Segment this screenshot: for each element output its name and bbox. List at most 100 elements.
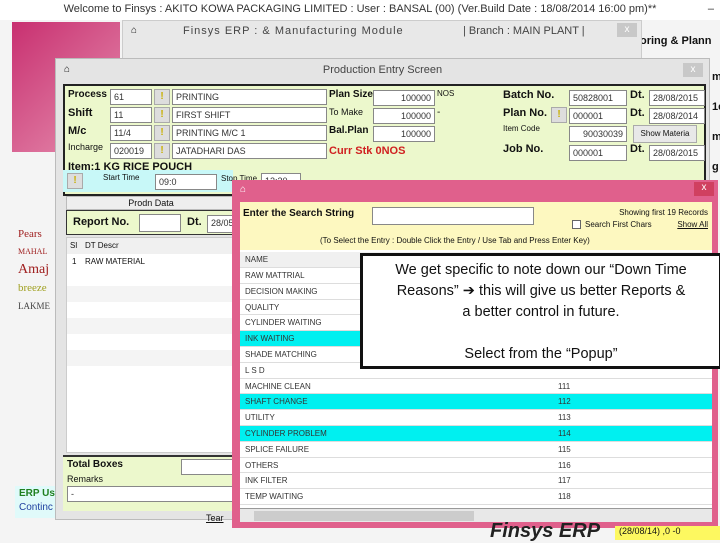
downtime-grid: Sl DT Descr 1 RAW MATERIAL — [66, 237, 236, 453]
search-header: Enter the Search String Showing first 19… — [240, 202, 712, 250]
list-item[interactable]: UTILITY 113 — [240, 410, 712, 426]
grid-header: Sl DT Descr — [67, 238, 235, 254]
horizontal-scrollbar[interactable] — [240, 508, 712, 522]
reason-name: QUALITY — [245, 302, 280, 312]
annotation-text: a better control in future. — [462, 304, 620, 320]
item-code-label: Item Code — [503, 124, 540, 133]
totals-panel: Total Boxes Remarks - — [63, 455, 238, 511]
to-make-label: To Make — [329, 107, 364, 117]
lookup-button[interactable]: ! — [67, 173, 83, 189]
brand-logo: LAKME — [18, 301, 50, 311]
total-boxes-input[interactable] — [181, 459, 236, 475]
reason-code: 118 — [558, 492, 571, 502]
erp-window-title: Finsys ERP : & Manufacturing Module — [183, 25, 404, 37]
strip-text: m — [712, 71, 720, 83]
start-time-input[interactable]: 09:0 — [155, 174, 217, 190]
records-count: Showing first 19 Records — [619, 208, 708, 217]
column-header: DT Descr — [85, 241, 119, 250]
reason-name: DECISION MAKING — [245, 286, 318, 296]
bal-plan-input[interactable]: 100000 — [373, 126, 435, 142]
list-item[interactable]: SHAFT CHANGE 112 — [240, 394, 712, 411]
column-header-name: NAME — [245, 255, 269, 264]
reason-code: 113 — [558, 413, 571, 423]
list-item[interactable]: MACHINE CLEAN 111 — [240, 379, 712, 395]
search-label: Enter the Search String — [243, 208, 355, 219]
search-first-label: Search First Chars — [585, 220, 652, 229]
remarks-input[interactable]: - — [67, 486, 237, 502]
mc-code-input[interactable]: 11/4 — [110, 125, 152, 141]
column-header: Sl — [70, 241, 78, 250]
search-first-chars-checkbox[interactable] — [572, 220, 581, 229]
show-all-link[interactable]: Show All — [677, 220, 708, 229]
annotation-text: Select from the “Popup” — [464, 346, 618, 362]
plan-date-input[interactable]: 28/08/2014 — [649, 108, 705, 124]
status-text: (28/08/14) ,0 -0 — [615, 526, 720, 540]
process-code-input[interactable]: 61 — [110, 89, 152, 105]
reason-name: SHAFT CHANGE — [245, 397, 308, 407]
list-item[interactable]: INK FILTER 117 — [240, 473, 712, 490]
list-item[interactable]: CYLINDER PROBLEM 114 — [240, 426, 712, 442]
search-input[interactable] — [372, 207, 534, 225]
reason-name: SHADE MATCHING — [245, 350, 317, 359]
job-no-label: Job No. — [503, 143, 544, 155]
reason-name: INK FILTER — [245, 476, 288, 486]
close-button[interactable]: x — [694, 182, 714, 196]
lookup-button[interactable]: ! — [154, 143, 170, 159]
app-title-bar: Welcome to Finsys : AKITO KOWA PACKAGING… — [0, 0, 720, 20]
batch-no-input[interactable]: 50828001 — [569, 90, 627, 106]
bal-plan-label: Bal.Plan — [329, 125, 369, 136]
brand-logo: Pears — [18, 228, 42, 240]
item-code-input[interactable]: 90030039 — [569, 126, 627, 142]
shift-code-input[interactable]: 11 — [110, 107, 152, 123]
batch-date-input[interactable]: 28/08/2015 — [649, 90, 705, 106]
list-item[interactable]: SPLICE FAILURE 115 — [240, 442, 712, 458]
plan-size-input[interactable]: 100000 — [373, 90, 435, 106]
reason-code: 114 — [558, 429, 571, 438]
reason-name: SPLICE FAILURE — [245, 444, 310, 454]
shift-name-input[interactable]: FIRST SHIFT — [172, 107, 327, 123]
job-no-input[interactable]: 000001 — [569, 145, 627, 161]
erp-module-window: ⌂ Finsys ERP : & Manufacturing Module | … — [122, 20, 642, 60]
lookup-button[interactable]: ! — [154, 89, 170, 105]
incharge-label: Incharge — [68, 142, 104, 152]
report-no-input[interactable] — [139, 214, 181, 232]
cell: 1 — [72, 257, 77, 266]
reason-name: TEMP WAITING — [245, 492, 304, 502]
app-title: Welcome to Finsys : AKITO KOWA PACKAGING… — [63, 3, 657, 15]
lookup-button[interactable]: ! — [551, 107, 567, 123]
reason-code: 115 — [558, 444, 571, 454]
reason-name: INK WAITING — [245, 334, 295, 344]
brand-logo: breeze — [18, 282, 47, 294]
cell: RAW MATERIAL — [85, 257, 146, 266]
lookup-button[interactable]: ! — [154, 107, 170, 123]
minimize-button[interactable]: – — [708, 0, 714, 18]
dt-label: Dt. — [630, 107, 645, 119]
current-stock: Curr Stk 0NOS — [329, 145, 406, 157]
job-date-input[interactable]: 28/08/2015 — [649, 145, 705, 161]
list-item[interactable]: OTHERS 116 — [240, 458, 712, 474]
mc-name-input[interactable]: PRINTING M/C 1 — [172, 125, 327, 141]
plan-size-label: Plan Size — [329, 89, 373, 100]
brand-logos: Pears MAHAL Amaj breeze LAKME — [18, 225, 58, 385]
total-boxes-label: Total Boxes — [67, 459, 123, 470]
strip-text: m — [712, 131, 720, 143]
lookup-button[interactable]: ! — [154, 125, 170, 141]
process-name-input[interactable]: PRINTING — [172, 89, 327, 105]
incharge-name-input[interactable]: JATADHARI DAS — [172, 143, 327, 159]
close-button[interactable]: x — [683, 63, 703, 77]
hint-text: (To Select the Entry : Double Click the … — [320, 236, 590, 245]
brand-logo: Amaj — [18, 262, 50, 277]
reason-code: 111 — [558, 381, 571, 391]
mc-label: M/c — [68, 125, 87, 137]
close-button[interactable]: x — [617, 23, 637, 37]
incharge-code-input[interactable]: 020019 — [110, 143, 152, 159]
plan-no-input[interactable]: 000001 — [569, 108, 627, 124]
plan-size-unit: NOS — [437, 89, 455, 98]
tear-label: Tear — [206, 513, 224, 523]
to-make-input[interactable]: 100000 — [373, 108, 435, 124]
tab-prodn-data[interactable]: Prodn Data — [66, 196, 236, 210]
table-row[interactable]: 1 RAW MATERIAL — [67, 254, 235, 270]
dt-label: Dt. — [187, 216, 202, 228]
show-material-button[interactable]: Show Materia — [633, 125, 697, 143]
list-item[interactable]: TEMP WAITING 118 — [240, 489, 712, 505]
